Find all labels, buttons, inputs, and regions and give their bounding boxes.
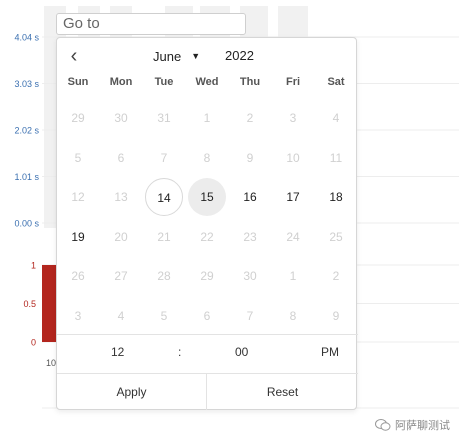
y-tick-label: 3.03 s [14,79,39,89]
day-cell: 10 [286,150,300,165]
chevron-left-icon: ‹ [70,45,78,67]
day-cell: 6 [117,150,125,165]
goto-input[interactable]: Go to [56,13,246,35]
day-cell[interactable]: 18 [317,178,355,216]
day-cell: 6 [203,308,211,323]
time-separator-line [57,334,358,335]
day-cell: 9 [246,150,254,165]
y-tick-label: 1.01 s [14,172,39,182]
day-cell: 29 [200,269,214,283]
time-colon: : [178,345,182,359]
day-cell: 30 [114,111,128,125]
y-tick-label: 0.5 [23,299,36,309]
y-tick-label: 1 [31,261,36,271]
day-cell: 8 [289,308,297,323]
ampm-toggle[interactable]: PM [321,342,339,362]
bar [42,265,56,342]
day-cell: 29 [71,111,85,125]
day-cell[interactable]: 15 [188,178,226,216]
weekday-wed: Wed [195,76,219,88]
day-cell: 9 [332,308,340,323]
date-picker: ‹ June ▼ 2022 Sun Mon Tue Wed Thu Fri Sat 29 30… [56,37,358,410]
weekday-mon: Mon [109,76,133,88]
x-tick-label: 10 [46,358,56,368]
day-cell: 4 [117,308,125,323]
day-cell: 11 [329,150,343,165]
day-cell: 13 [114,190,128,204]
day-cell: 5 [160,308,168,323]
watermark: 阿萨聊测试 [375,416,450,434]
weekday-sat: Sat [327,76,345,88]
day-cell: 23 [243,229,257,244]
day-cell: 2 [332,269,340,283]
day-cell: 26 [71,269,85,283]
day-cell: 2 [246,111,254,125]
day-cell[interactable]: 14 [145,178,183,216]
y-tick-label: 0.00 s [14,219,39,229]
day-cell: 4 [332,111,340,125]
day-cell: 28 [157,269,171,283]
day-cell: 24 [286,229,300,244]
day-cell: 7 [246,308,254,323]
day-cell: 25 [329,229,343,244]
day-cell: 5 [74,150,82,165]
wechat-icon [375,419,391,431]
day-cell: 8 [203,150,211,165]
day-cell: 30 [243,269,257,283]
month-label: June [153,48,182,64]
day-cell: 31 [157,111,171,125]
day-cell: 12 [71,190,85,204]
month-select[interactable]: June ▼ [153,46,200,66]
prev-month-button[interactable]: ‹ [65,45,83,67]
day-cell: 22 [200,229,214,244]
day-cell: 1 [203,111,211,125]
day-cell: 3 [289,111,297,125]
watermark-text: 阿萨聊测试 [395,420,450,432]
y-tick-label: 2.02 s [14,126,39,136]
hour-field[interactable]: 12 [111,342,124,362]
day-cell: 21 [157,229,171,244]
day-cell: 27 [114,269,128,283]
weekday-tue: Tue [154,76,174,88]
day-cell: 20 [114,229,128,244]
minute-field[interactable]: 00 [235,342,248,362]
calendar-grid: 29 30 31 1 2 3 4 5 6 7 8 9 10 11 12 13 14 15 16 17 18 19 20 21 2… [57,98,358,336]
chevron-down-icon: ▼ [191,51,201,61]
day-cell[interactable]: 19 [59,218,97,256]
y-tick-label: 4.04 s [14,33,39,43]
reset-button[interactable]: Reset [207,374,358,410]
year-label[interactable]: 2022 [225,46,254,66]
day-cell: 3 [74,308,82,323]
day-cell: 7 [160,150,168,165]
y-tick-label: 0 [31,338,36,348]
weekday-sun: Sun [67,76,89,88]
day-cell[interactable]: 17 [274,178,312,216]
weekday-header: Sun Mon Tue Wed Thu Fri Sat [57,76,358,92]
day-cell: 1 [289,269,297,283]
weekday-fri: Fri [285,76,301,88]
apply-button[interactable]: Apply [57,374,207,410]
day-cell[interactable]: 16 [231,178,269,216]
weekday-thu: Thu [239,76,261,88]
